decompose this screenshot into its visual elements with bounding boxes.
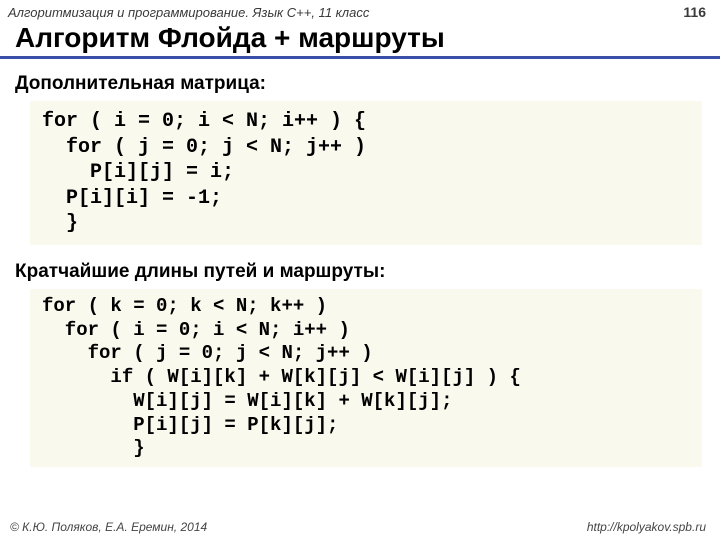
slide-footer: © К.Ю. Поляков, Е.А. Еремин, 2014 http:/…: [0, 520, 720, 534]
copyright-text: © К.Ю. Поляков, Е.А. Еремин, 2014: [10, 520, 207, 534]
section2-label: Кратчайшие длины путей и маршруты:: [0, 255, 720, 289]
code-block-2: for ( k = 0; k < N; k++ ) for ( i = 0; i…: [30, 289, 702, 467]
code-block-1: for ( i = 0; i < N; i++ ) { for ( j = 0;…: [30, 101, 702, 245]
source-url: http://kpolyakov.spb.ru: [587, 520, 706, 534]
page-number: 116: [683, 4, 706, 20]
section1-label: Дополнительная матрица:: [0, 67, 720, 101]
slide-title: Алгоритм Флойда + маршруты: [0, 22, 720, 59]
slide-header: Алгоритмизация и программирование. Язык …: [0, 0, 720, 22]
course-label: Алгоритмизация и программирование. Язык …: [8, 5, 369, 20]
